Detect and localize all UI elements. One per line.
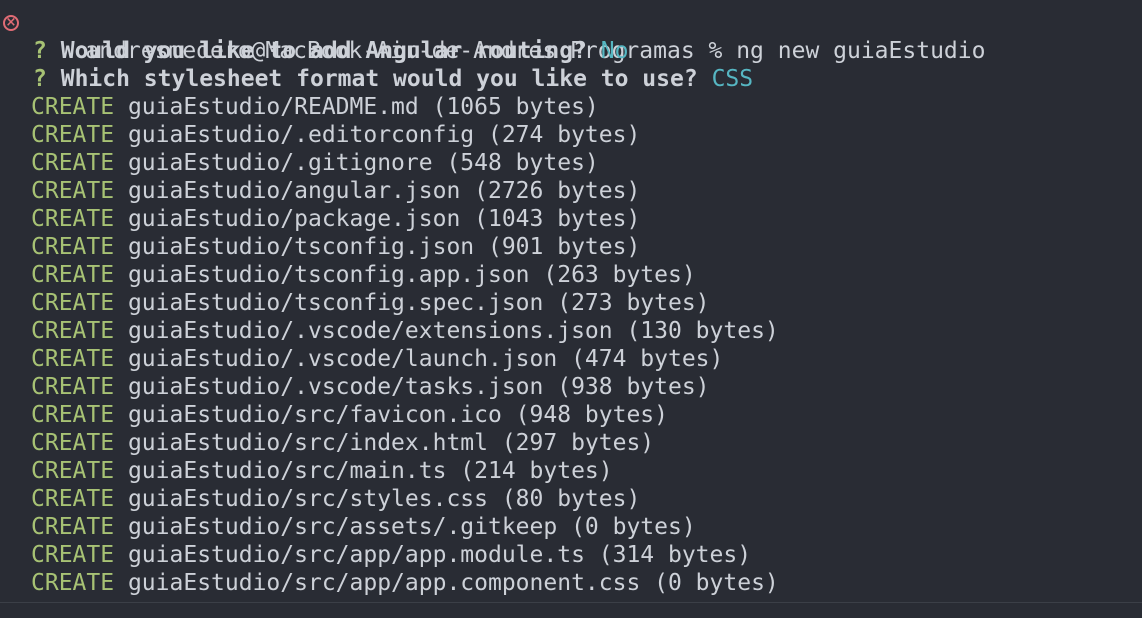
created-file: guiaEstudio/src/app/app.component.css (0… bbox=[127, 570, 779, 596]
created-file: guiaEstudio/src/assets/.gitkeep (0 bytes… bbox=[127, 514, 696, 540]
create-line: CREATE guiaEstudio/src/main.ts (214 byte… bbox=[0, 457, 1142, 485]
create-line: CREATE guiaEstudio/angular.json (2726 by… bbox=[0, 177, 1142, 205]
created-file: guiaEstudio/tsconfig.app.json (263 bytes… bbox=[127, 262, 696, 288]
create-keyword: CREATE bbox=[31, 458, 115, 484]
create-keyword: CREATE bbox=[31, 206, 115, 232]
created-file: guiaEstudio/.vscode/extensions.json (130… bbox=[127, 318, 779, 344]
question-answer: CSS bbox=[711, 66, 754, 92]
question-mark: ? bbox=[33, 66, 47, 92]
create-line: CREATE guiaEstudio/.editorconfig (274 by… bbox=[0, 121, 1142, 149]
create-keyword: CREATE bbox=[31, 570, 115, 596]
command-line: × andresmedero@MacBook-Air-de-Andres Prog… bbox=[0, 9, 1142, 64]
create-line: CREATE guiaEstudio/src/app/app.module.ts… bbox=[0, 541, 1142, 569]
created-file: guiaEstudio/package.json (1043 bytes) bbox=[127, 206, 641, 232]
created-file: guiaEstudio/.vscode/launch.json (474 byt… bbox=[127, 346, 724, 372]
create-keyword: CREATE bbox=[31, 150, 115, 176]
terminal-window[interactable]: × andresmedero@MacBook-Air-de-Andres Prog… bbox=[0, 0, 1142, 618]
create-keyword: CREATE bbox=[31, 402, 115, 428]
create-line: CREATE guiaEstudio/src/favicon.ico (948 … bbox=[0, 401, 1142, 429]
question-answer: No bbox=[600, 38, 629, 64]
create-keyword: CREATE bbox=[31, 94, 115, 120]
created-file: guiaEstudio/tsconfig.spec.json (273 byte… bbox=[127, 290, 710, 316]
create-keyword: CREATE bbox=[31, 178, 115, 204]
create-line: CREATE guiaEstudio/README.md (1065 bytes… bbox=[0, 93, 1142, 121]
create-keyword: CREATE bbox=[31, 290, 115, 316]
create-keyword: CREATE bbox=[31, 318, 115, 344]
question-text: Would you like to add Angular routing? bbox=[60, 38, 587, 64]
create-line: CREATE guiaEstudio/.vscode/extensions.js… bbox=[0, 317, 1142, 345]
created-file: guiaEstudio/src/app/app.module.ts (314 b… bbox=[127, 542, 752, 568]
create-line: CREATE guiaEstudio/tsconfig.json (901 by… bbox=[0, 233, 1142, 261]
create-line: CREATE guiaEstudio/.vscode/launch.json (… bbox=[0, 345, 1142, 373]
created-file: guiaEstudio/README.md (1065 bytes) bbox=[127, 94, 599, 120]
create-line: CREATE guiaEstudio/src/index.html (297 b… bbox=[0, 429, 1142, 457]
create-line: CREATE guiaEstudio/src/app/app.component… bbox=[0, 569, 1142, 597]
create-line: CREATE guiaEstudio/.vscode/tasks.json (9… bbox=[0, 373, 1142, 401]
create-keyword: CREATE bbox=[31, 542, 115, 568]
created-file: guiaEstudio/src/styles.css (80 bytes) bbox=[127, 486, 641, 512]
created-file: guiaEstudio/.vscode/tasks.json (938 byte… bbox=[127, 374, 710, 400]
question-mark: ? bbox=[33, 38, 47, 64]
prompt-stylesheet: ? Which stylesheet format would you like… bbox=[0, 65, 1142, 93]
created-file: guiaEstudio/src/index.html (297 bytes) bbox=[127, 430, 655, 456]
created-file: guiaEstudio/src/favicon.ico (948 bytes) bbox=[127, 402, 668, 428]
create-line: CREATE guiaEstudio/src/assets/.gitkeep (… bbox=[0, 513, 1142, 541]
create-keyword: CREATE bbox=[31, 122, 115, 148]
created-file: guiaEstudio/angular.json (2726 bytes) bbox=[127, 178, 641, 204]
created-file: guiaEstudio/.gitignore (548 bytes) bbox=[127, 150, 599, 176]
question-text: Which stylesheet format would you like t… bbox=[60, 66, 698, 92]
created-file: guiaEstudio/.editorconfig (274 bytes) bbox=[127, 122, 641, 148]
create-keyword: CREATE bbox=[31, 374, 115, 400]
created-file: guiaEstudio/tsconfig.json (901 bytes) bbox=[127, 234, 641, 260]
create-keyword: CREATE bbox=[31, 262, 115, 288]
create-keyword: CREATE bbox=[31, 430, 115, 456]
create-line: CREATE guiaEstudio/src/styles.css (80 by… bbox=[0, 485, 1142, 513]
panel-divider bbox=[0, 602, 1142, 603]
create-keyword: CREATE bbox=[31, 486, 115, 512]
create-line: CREATE guiaEstudio/package.json (1043 by… bbox=[0, 205, 1142, 233]
create-keyword: CREATE bbox=[31, 234, 115, 260]
create-keyword: CREATE bbox=[31, 514, 115, 540]
created-file: guiaEstudio/src/main.ts (214 bytes) bbox=[127, 458, 613, 484]
create-line: CREATE guiaEstudio/.gitignore (548 bytes… bbox=[0, 149, 1142, 177]
prompt-routing: ? Would you like to add Angular routing?… bbox=[0, 37, 1142, 65]
create-keyword: CREATE bbox=[31, 346, 115, 372]
create-line: CREATE guiaEstudio/tsconfig.app.json (26… bbox=[0, 261, 1142, 289]
create-line: CREATE guiaEstudio/tsconfig.spec.json (2… bbox=[0, 289, 1142, 317]
error-circle-icon: × bbox=[3, 15, 19, 31]
